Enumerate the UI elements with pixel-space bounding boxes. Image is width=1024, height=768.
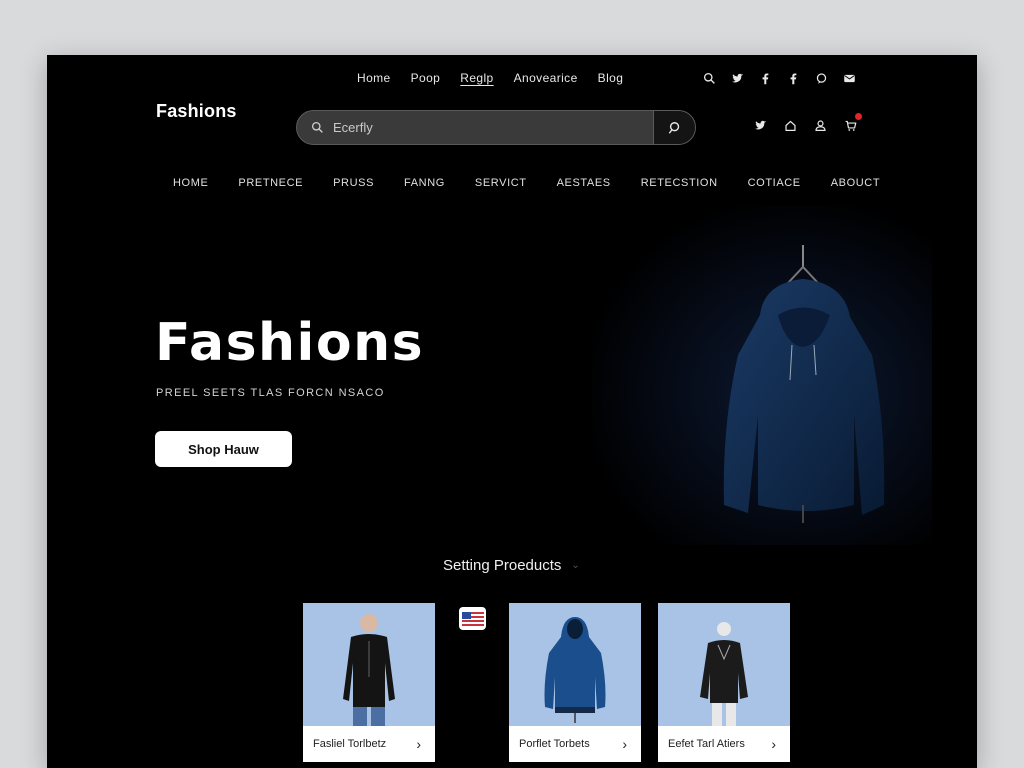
cart-icon[interactable] bbox=[843, 113, 862, 132]
products-title-text: Setting Proeducts bbox=[443, 557, 562, 574]
hoodie-graphic bbox=[723, 245, 885, 523]
chevron-right-icon[interactable]: › bbox=[771, 736, 776, 752]
search-icon bbox=[297, 121, 327, 134]
top-nav-blog[interactable]: Blog bbox=[598, 71, 624, 85]
twitter-icon[interactable] bbox=[753, 118, 767, 132]
main-nav-servict[interactable]: SERVICT bbox=[475, 177, 527, 189]
shop-now-button[interactable]: Shop Hauw bbox=[155, 431, 292, 467]
top-nav-home[interactable]: Home bbox=[357, 71, 391, 85]
chevron-right-icon[interactable]: › bbox=[622, 736, 627, 752]
product-caption: Eefet Tarl Atiers › bbox=[658, 726, 790, 762]
product-image bbox=[658, 603, 790, 726]
top-nav-reglp[interactable]: Reglp bbox=[460, 71, 493, 85]
main-nav-aestaes[interactable]: AESTAES bbox=[557, 177, 611, 189]
main-nav: HOME PRETNECE PRUSS FANNG SERVICT AESTAE… bbox=[173, 177, 880, 189]
product-image bbox=[303, 603, 435, 726]
top-icon-bar bbox=[702, 71, 856, 85]
chevron-right-icon[interactable]: › bbox=[416, 736, 421, 752]
facebook-icon[interactable] bbox=[758, 71, 772, 85]
search-submit-button[interactable] bbox=[653, 111, 695, 144]
product-caption: Porflet Torbets › bbox=[509, 726, 641, 762]
cart-badge bbox=[855, 113, 862, 120]
hero-image bbox=[592, 205, 932, 545]
product-caption: Fasliel Torlbetz › bbox=[303, 726, 435, 762]
product-name: Eefet Tarl Atiers bbox=[668, 738, 745, 750]
search-input[interactable] bbox=[327, 120, 653, 135]
main-nav-pretnece[interactable]: PRETNECE bbox=[238, 177, 303, 189]
utility-icons bbox=[753, 113, 862, 132]
main-nav-home[interactable]: HOME bbox=[173, 177, 208, 189]
products-section-title[interactable]: Setting Proeducts ⌄ bbox=[443, 557, 580, 574]
hero-subtitle: PREEL SEETS TLAS FORCN NSACO bbox=[156, 387, 385, 399]
product-image bbox=[509, 603, 641, 726]
top-nav-poop[interactable]: Poop bbox=[411, 71, 441, 85]
hero-title: Fashions bbox=[155, 313, 425, 373]
main-nav-fanng[interactable]: FANNG bbox=[404, 177, 445, 189]
mail-icon[interactable] bbox=[842, 71, 856, 85]
search-icon[interactable] bbox=[702, 71, 716, 85]
product-name: Porflet Torbets bbox=[519, 738, 590, 750]
product-card[interactable]: Porflet Torbets › bbox=[509, 603, 641, 762]
main-nav-cotiace[interactable]: COTIACE bbox=[748, 177, 801, 189]
main-nav-pruss[interactable]: PRUSS bbox=[333, 177, 374, 189]
account-icon[interactable] bbox=[813, 118, 827, 132]
home-icon[interactable] bbox=[783, 118, 797, 132]
search-bar bbox=[296, 110, 696, 145]
product-card[interactable]: Fasliel Torlbetz › bbox=[303, 603, 435, 762]
us-flag-icon[interactable] bbox=[459, 607, 486, 630]
browser-window: Home Poop Reglp Anovearice Blog Fashions bbox=[47, 55, 977, 768]
top-nav-anovearice[interactable]: Anovearice bbox=[514, 71, 578, 85]
main-nav-retecstion[interactable]: RETECSTION bbox=[641, 177, 718, 189]
search-icon bbox=[668, 121, 679, 134]
chat-icon[interactable] bbox=[814, 71, 828, 85]
main-nav-aboucct[interactable]: ABOUCT bbox=[831, 177, 880, 189]
product-card[interactable]: Eefet Tarl Atiers › bbox=[658, 603, 790, 762]
facebook-icon[interactable] bbox=[786, 71, 800, 85]
twitter-icon[interactable] bbox=[730, 71, 744, 85]
product-name: Fasliel Torlbetz bbox=[313, 738, 387, 750]
top-nav: Home Poop Reglp Anovearice Blog bbox=[357, 71, 643, 85]
brand-logo[interactable]: Fashions bbox=[156, 101, 237, 122]
chevron-down-icon: ⌄ bbox=[571, 560, 580, 571]
